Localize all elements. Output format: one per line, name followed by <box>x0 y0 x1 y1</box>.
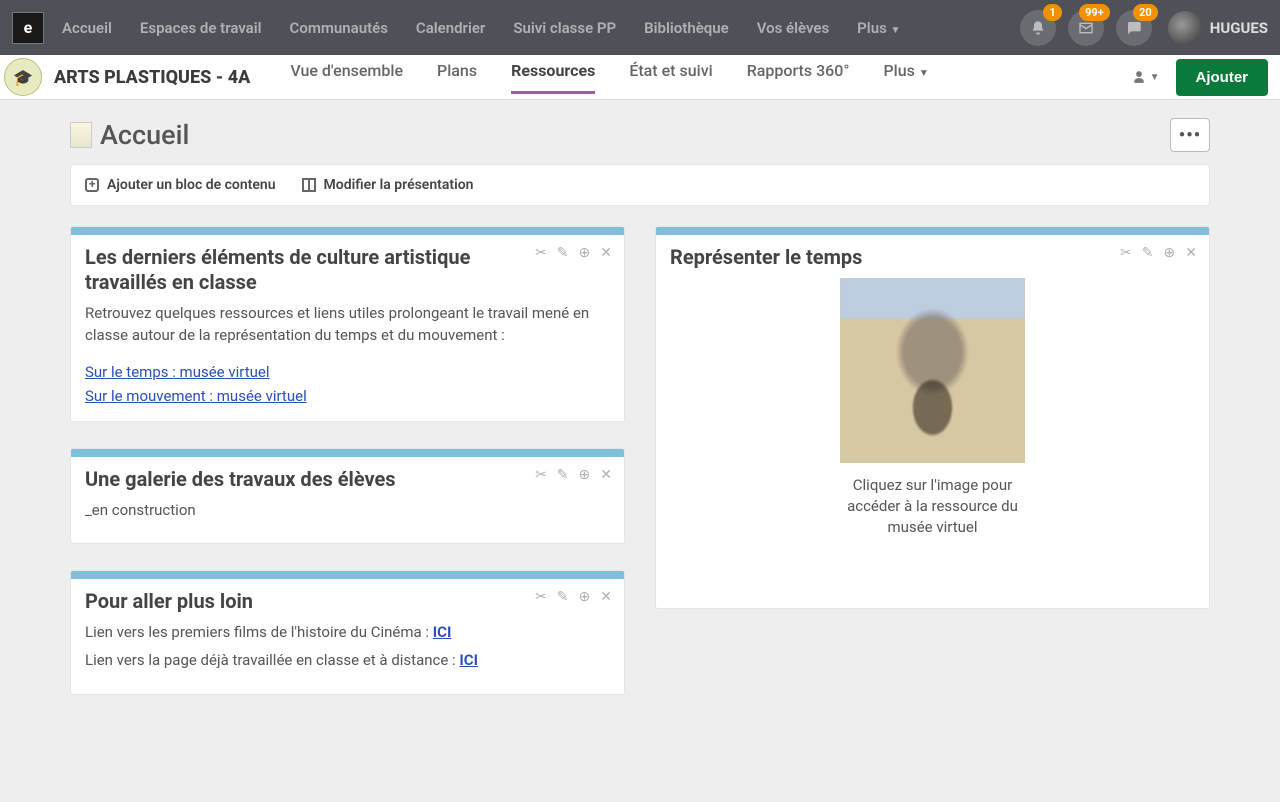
card-accent-bar <box>71 227 624 235</box>
subnav-user-dropdown[interactable]: ▼ <box>1132 70 1160 84</box>
card-line1: Lien vers les premiers films de l'histoi… <box>85 622 610 644</box>
card-plus-loin: ✂ ✎ ⊕ ✕ Pour aller plus loin Lien vers l… <box>70 570 625 695</box>
add-button[interactable]: Ajouter <box>1176 59 1269 96</box>
move-icon[interactable]: ⊕ <box>579 245 591 261</box>
move-icon[interactable]: ⊕ <box>579 589 591 605</box>
card-description: Retrouvez quelques ressources et liens u… <box>85 303 610 347</box>
right-column: ✂ ✎ ⊕ ✕ Représenter le temps Cliquez sur… <box>655 226 1210 609</box>
cut-icon[interactable]: ✂ <box>535 245 547 261</box>
nav-calendrier[interactable]: Calendrier <box>416 19 485 37</box>
mail-badge: 99+ <box>1079 4 1110 21</box>
card-galerie: ✂ ✎ ⊕ ✕ Une galerie des travaux des élèv… <box>70 448 625 545</box>
card-representer-temps: ✂ ✎ ⊕ ✕ Représenter le temps Cliquez sur… <box>655 226 1210 609</box>
card-line2: Lien vers la page déjà travaillée en cla… <box>85 650 610 672</box>
class-title: ARTS PLASTIQUES - 4A <box>54 67 250 88</box>
sub-nav: 🎓 ARTS PLASTIQUES - 4A Vue d'ensemble Pl… <box>0 55 1280 100</box>
sub-tabs: Vue d'ensemble Plans Ressources État et … <box>290 61 928 94</box>
tab-plans[interactable]: Plans <box>437 61 477 94</box>
username: HUGUES <box>1210 19 1268 37</box>
page-icon <box>70 122 92 148</box>
mail-icon[interactable]: 99+ <box>1068 10 1104 46</box>
move-icon[interactable]: ⊕ <box>579 467 591 483</box>
link-mouvement[interactable]: Sur le mouvement : musée virtuel <box>85 387 307 405</box>
nav-suivi[interactable]: Suivi classe PP <box>513 19 616 37</box>
page-title: Accueil <box>100 119 189 151</box>
close-icon[interactable]: ✕ <box>600 589 612 605</box>
page-header: Accueil ••• <box>70 118 1210 152</box>
link-films[interactable]: ICI <box>433 623 452 641</box>
modify-layout[interactable]: Modifier la présentation <box>302 177 474 193</box>
page-toolbar: Ajouter un bloc de contenu Modifier la p… <box>70 164 1210 206</box>
cut-icon[interactable]: ✂ <box>1120 245 1132 261</box>
top-nav: e Accueil Espaces de travail Communautés… <box>0 0 1280 55</box>
edit-icon[interactable]: ✎ <box>557 467 569 483</box>
card-accent-bar <box>656 227 1209 235</box>
nav-communautes[interactable]: Communautés <box>290 19 388 37</box>
painting-image[interactable] <box>840 278 1025 463</box>
cut-icon[interactable]: ✂ <box>535 589 547 605</box>
edit-icon[interactable]: ✎ <box>557 245 569 261</box>
top-nav-items: Accueil Espaces de travail Communautés C… <box>62 19 900 37</box>
left-column: ✂ ✎ ⊕ ✕ Les derniers éléments de culture… <box>70 226 625 695</box>
avatar <box>1168 11 1202 45</box>
card-title: Pour aller plus loin <box>85 589 610 614</box>
close-icon[interactable]: ✕ <box>1185 245 1197 261</box>
chat-badge: 20 <box>1133 4 1158 21</box>
nav-eleves[interactable]: Vos élèves <box>757 19 829 37</box>
tab-rapports[interactable]: Rapports 360° <box>747 61 850 94</box>
card-actions: ✂ ✎ ⊕ ✕ <box>535 245 612 261</box>
edit-icon[interactable]: ✎ <box>1142 245 1154 261</box>
edit-icon[interactable]: ✎ <box>557 589 569 605</box>
notifications-bell-icon[interactable]: 1 <box>1020 10 1056 46</box>
content-area: Accueil ••• Ajouter un bloc de contenu M… <box>0 100 1280 713</box>
close-icon[interactable]: ✕ <box>600 245 612 261</box>
card-actions: ✂ ✎ ⊕ ✕ <box>1120 245 1197 261</box>
user-menu[interactable]: HUGUES <box>1168 11 1268 45</box>
tab-ressources[interactable]: Ressources <box>511 61 595 94</box>
app-logo[interactable]: e <box>12 12 44 44</box>
image-caption: Cliquez sur l'image pour accéder à la re… <box>833 475 1033 538</box>
link-temps[interactable]: Sur le temps : musée virtuel <box>85 363 270 381</box>
card-description: _en construction <box>85 500 610 522</box>
card-accent-bar <box>71 571 624 579</box>
move-icon[interactable]: ⊕ <box>1164 245 1176 261</box>
close-icon[interactable]: ✕ <box>600 467 612 483</box>
link-page[interactable]: ICI <box>459 651 478 669</box>
bell-badge: 1 <box>1043 4 1061 21</box>
card-title: Les derniers éléments de culture artisti… <box>85 245 610 295</box>
nav-plus[interactable]: Plus ▼ <box>857 19 900 37</box>
class-icon[interactable]: 🎓 <box>4 58 42 96</box>
card-actions: ✂ ✎ ⊕ ✕ <box>535 589 612 605</box>
nav-bibliotheque[interactable]: Bibliothèque <box>644 19 729 37</box>
tab-plus[interactable]: Plus ▼ <box>883 61 928 94</box>
chat-icon[interactable]: 20 <box>1116 10 1152 46</box>
plus-square-icon <box>85 178 99 192</box>
card-culture-artistique: ✂ ✎ ⊕ ✕ Les derniers éléments de culture… <box>70 226 625 422</box>
nav-accueil[interactable]: Accueil <box>62 19 112 37</box>
page-more-button[interactable]: ••• <box>1170 118 1210 152</box>
nav-espaces[interactable]: Espaces de travail <box>140 19 262 37</box>
tab-etat[interactable]: État et suivi <box>629 61 712 94</box>
card-title: Représenter le temps <box>670 245 1195 270</box>
card-actions: ✂ ✎ ⊕ ✕ <box>535 467 612 483</box>
columns: ✂ ✎ ⊕ ✕ Les derniers éléments de culture… <box>70 226 1210 695</box>
card-title: Une galerie des travaux des élèves <box>85 467 610 492</box>
layout-icon <box>302 178 316 192</box>
cut-icon[interactable]: ✂ <box>535 467 547 483</box>
card-accent-bar <box>71 449 624 457</box>
add-content-block[interactable]: Ajouter un bloc de contenu <box>85 177 276 193</box>
tab-overview[interactable]: Vue d'ensemble <box>290 61 403 94</box>
